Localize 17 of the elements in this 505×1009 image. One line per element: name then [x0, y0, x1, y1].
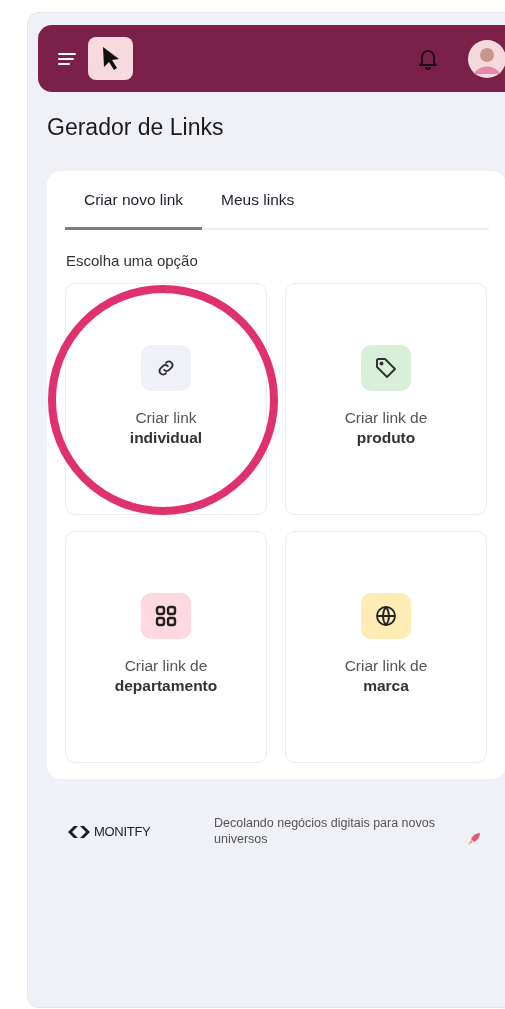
menu-icon[interactable] [58, 51, 76, 66]
tagline-text: Decolando negócios digitais para novos universos [214, 815, 436, 847]
option-card[interactable]: Criar link de departamento [65, 531, 267, 763]
brand-logo: MONITFY [68, 824, 214, 839]
cursor-logo[interactable] [88, 37, 133, 80]
page-title: Gerador de Links [47, 114, 225, 141]
grid-icon [154, 604, 178, 628]
globe-icon [374, 604, 398, 628]
tab[interactable]: Criar novo link [65, 183, 203, 230]
tag-icon [374, 356, 398, 380]
option-card[interactable]: Criar link de produto [285, 283, 487, 515]
option-card[interactable]: Criar link individual [65, 283, 267, 515]
rocket-icon [467, 832, 481, 846]
section-label: Escolha uma opção [66, 252, 199, 269]
tab[interactable]: Meus links [202, 183, 314, 230]
avatar-icon[interactable] [468, 39, 505, 78]
option-card[interactable]: Criar link de marca [285, 531, 487, 763]
